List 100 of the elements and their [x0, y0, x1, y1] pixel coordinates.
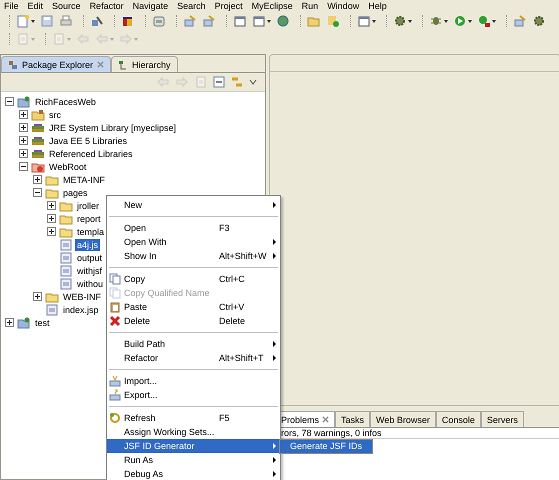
tree-item[interactable]: index.jsp [61, 304, 101, 316]
menu-item[interactable]: Generate JSF IDs [280, 440, 372, 453]
expand-toggle[interactable] [33, 292, 42, 301]
caret-icon[interactable] [31, 20, 35, 22]
expand-toggle[interactable] [47, 201, 56, 210]
window-icon [252, 14, 266, 28]
source-folder-icon [31, 108, 45, 120]
menu-item[interactable]: Debug As [107, 467, 280, 480]
close-icon[interactable] [322, 416, 330, 423]
tree-item[interactable]: RichFacesWeb [33, 96, 98, 108]
run-icon [453, 14, 467, 28]
menu-item[interactable]: Open F3 [107, 221, 280, 235]
view-tab[interactable]: Package Explorer [1, 56, 112, 72]
expand-toggle[interactable] [19, 110, 28, 119]
library-icon [31, 122, 45, 134]
tree-item[interactable]: output [75, 252, 104, 264]
menu-item[interactable]: Source [52, 0, 86, 12]
caret-icon[interactable] [492, 20, 496, 22]
menu-item[interactable]: Delete Delete [107, 314, 280, 328]
view-tab[interactable]: Hierarchy [111, 56, 178, 72]
menu-item[interactable]: Navigate [132, 0, 174, 12]
menu-item[interactable]: Edit [28, 0, 48, 12]
tree-item[interactable]: test [33, 316, 52, 328]
menu-item[interactable]: Search [177, 0, 211, 12]
print-icon [59, 14, 73, 28]
view-tab[interactable]: Web Browser [370, 411, 436, 427]
project-icon [17, 316, 31, 328]
delete-icon [109, 315, 121, 327]
menu-item[interactable]: New [107, 198, 280, 212]
caret-icon[interactable] [408, 20, 412, 22]
bug-icon [429, 14, 443, 28]
expand-toggle[interactable] [19, 149, 28, 158]
forward-icon [119, 32, 133, 46]
collapse-toggle[interactable] [5, 97, 14, 106]
menu-item[interactable]: Build Path [107, 337, 280, 351]
tree-item[interactable]: Java EE 5 Libraries [47, 134, 130, 146]
caret-icon[interactable] [267, 20, 271, 22]
tree-item[interactable]: WebRoot [47, 160, 88, 172]
menu-item[interactable]: Run [302, 0, 324, 12]
menu-item[interactable]: File [4, 0, 24, 12]
view-tab[interactable]: Tasks [335, 411, 370, 427]
menu-item[interactable]: Import... [107, 374, 280, 388]
expand-toggle[interactable] [19, 136, 28, 145]
folder-icon [45, 290, 59, 302]
library-icon [31, 134, 45, 146]
caret-icon[interactable] [468, 20, 472, 22]
view-tab[interactable]: Servers [480, 411, 524, 427]
tree-item[interactable]: report [75, 212, 103, 224]
menu-item[interactable]: Open With [107, 235, 280, 249]
collapse-toggle[interactable] [19, 162, 28, 171]
copy-icon [109, 287, 121, 299]
refresh-icon [109, 412, 121, 424]
package-icon [8, 60, 18, 70]
view-menu-icon[interactable] [249, 79, 257, 85]
menu-item[interactable]: Copy Ctrl+C [107, 272, 280, 286]
tree-item[interactable]: a4j.js [75, 238, 100, 250]
expand-toggle[interactable] [5, 318, 14, 327]
menu-item[interactable]: Project [214, 0, 248, 12]
tree-item[interactable]: WEB-INF [61, 290, 103, 302]
tree-item[interactable]: withjsf [75, 264, 104, 276]
clipboard-icon [109, 301, 121, 313]
menu-item[interactable]: MyEclipse [252, 0, 298, 12]
collapse-all-icon[interactable] [213, 76, 225, 88]
folder-icon [45, 174, 59, 186]
library-icon [31, 148, 45, 160]
menu-item[interactable]: Run As [107, 453, 280, 467]
jsp-file-icon [45, 304, 59, 316]
menu-item[interactable]: Help [368, 0, 392, 12]
menu-item[interactable]: Show In Alt+Shift+W [107, 249, 280, 263]
copy-icon [109, 273, 121, 285]
tree-item[interactable]: Referenced Libraries [47, 148, 135, 160]
gear-icon [532, 14, 546, 28]
jsp-file-icon [59, 252, 73, 264]
tree-item[interactable]: META-INF [61, 174, 107, 186]
view-tab[interactable]: Console [436, 411, 481, 427]
tree-item[interactable]: jroller [75, 200, 102, 212]
back-icon [95, 32, 109, 46]
expand-toggle[interactable] [47, 227, 56, 236]
tree-item[interactable]: JRE System Library [myeclipse] [47, 122, 178, 134]
expand-toggle[interactable] [19, 123, 28, 132]
caret-icon[interactable] [372, 20, 376, 22]
expand-toggle[interactable] [33, 175, 42, 184]
hierarchy-icon [118, 60, 128, 70]
menu-item[interactable]: Export... [107, 388, 280, 402]
tree-item[interactable]: templa [75, 226, 106, 238]
collapse-toggle[interactable] [33, 188, 42, 197]
tree-item[interactable]: src [47, 108, 63, 120]
expand-toggle[interactable] [47, 214, 56, 223]
jsp-file-icon [59, 238, 73, 250]
web-folder-icon [31, 160, 45, 172]
menu-item[interactable]: Paste Ctrl+V [107, 300, 280, 314]
tree-item[interactable]: withou [75, 278, 106, 290]
globe-icon [276, 14, 290, 28]
menu-item[interactable]: Window [327, 0, 364, 12]
menu-item[interactable]: Refactor Alt+Shift+T [107, 351, 280, 365]
menu-item[interactable]: JSF ID Generator [107, 439, 280, 453]
folder-icon [59, 200, 73, 212]
caret-icon[interactable] [444, 20, 448, 22]
menu-item[interactable]: Refactor [90, 0, 129, 12]
tree-item[interactable]: pages [61, 186, 90, 198]
